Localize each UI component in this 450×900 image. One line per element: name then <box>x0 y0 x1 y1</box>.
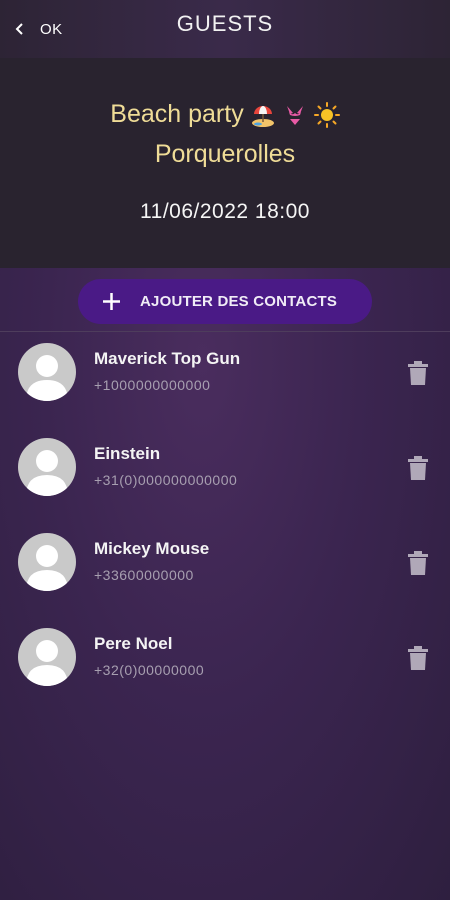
delete-contact-button[interactable] <box>407 456 429 480</box>
person-placeholder-icon <box>26 355 68 401</box>
add-contacts-button[interactable]: AJOUTER DES CONTACTS <box>78 279 372 324</box>
trash-icon <box>408 361 428 385</box>
bikini-emoji-icon <box>286 105 303 125</box>
contact-phone: +31(0)000000000000 <box>94 472 238 488</box>
contact-name: Mickey Mouse <box>94 539 210 558</box>
add-contacts-label: AJOUTER DES CONTACTS <box>140 293 338 310</box>
trash-icon <box>408 456 428 480</box>
contact-phone: +1000000000000 <box>94 377 211 393</box>
trash-icon <box>408 646 428 670</box>
top-app-bar: OK GUESTS <box>0 0 450 58</box>
plus-icon <box>103 293 120 310</box>
avatar <box>18 533 76 591</box>
avatar <box>18 438 76 496</box>
avatar <box>18 628 76 686</box>
avatar <box>18 343 76 401</box>
delete-contact-button[interactable] <box>407 646 429 670</box>
contact-name: Maverick Top Gun <box>94 349 241 368</box>
contact-phone: +32(0)00000000 <box>94 662 205 678</box>
contact-name: Einstein <box>94 444 161 463</box>
person-placeholder-icon <box>26 545 68 591</box>
person-placeholder-icon <box>26 450 68 496</box>
contact-row[interactable]: Maverick Top Gun +1000000000000 <box>0 343 450 423</box>
contact-row[interactable]: Pere Noel +32(0)00000000 <box>0 628 450 708</box>
contact-row[interactable]: Mickey Mouse +33600000000 <box>0 533 450 613</box>
contact-phone: +33600000000 <box>94 567 194 583</box>
trash-icon <box>408 551 428 575</box>
event-name: Beach party <box>110 100 244 128</box>
contact-row[interactable]: Einstein +31(0)000000000000 <box>0 438 450 518</box>
event-header: Beach party Porquerolles 11/06/2022 18:0… <box>0 58 450 268</box>
event-location: Porquerolles <box>154 140 296 168</box>
event-title-row: Beach party <box>0 100 450 129</box>
divider <box>0 331 450 332</box>
delete-contact-button[interactable] <box>407 551 429 575</box>
event-datetime: 11/06/2022 18:00 <box>140 200 310 223</box>
sun-emoji-icon <box>313 101 340 128</box>
contact-name: Pere Noel <box>94 634 173 653</box>
page-title: GUESTS <box>176 11 274 36</box>
person-placeholder-icon <box>26 640 68 686</box>
beach-umbrella-emoji-icon <box>251 105 274 127</box>
delete-contact-button[interactable] <box>407 361 429 385</box>
